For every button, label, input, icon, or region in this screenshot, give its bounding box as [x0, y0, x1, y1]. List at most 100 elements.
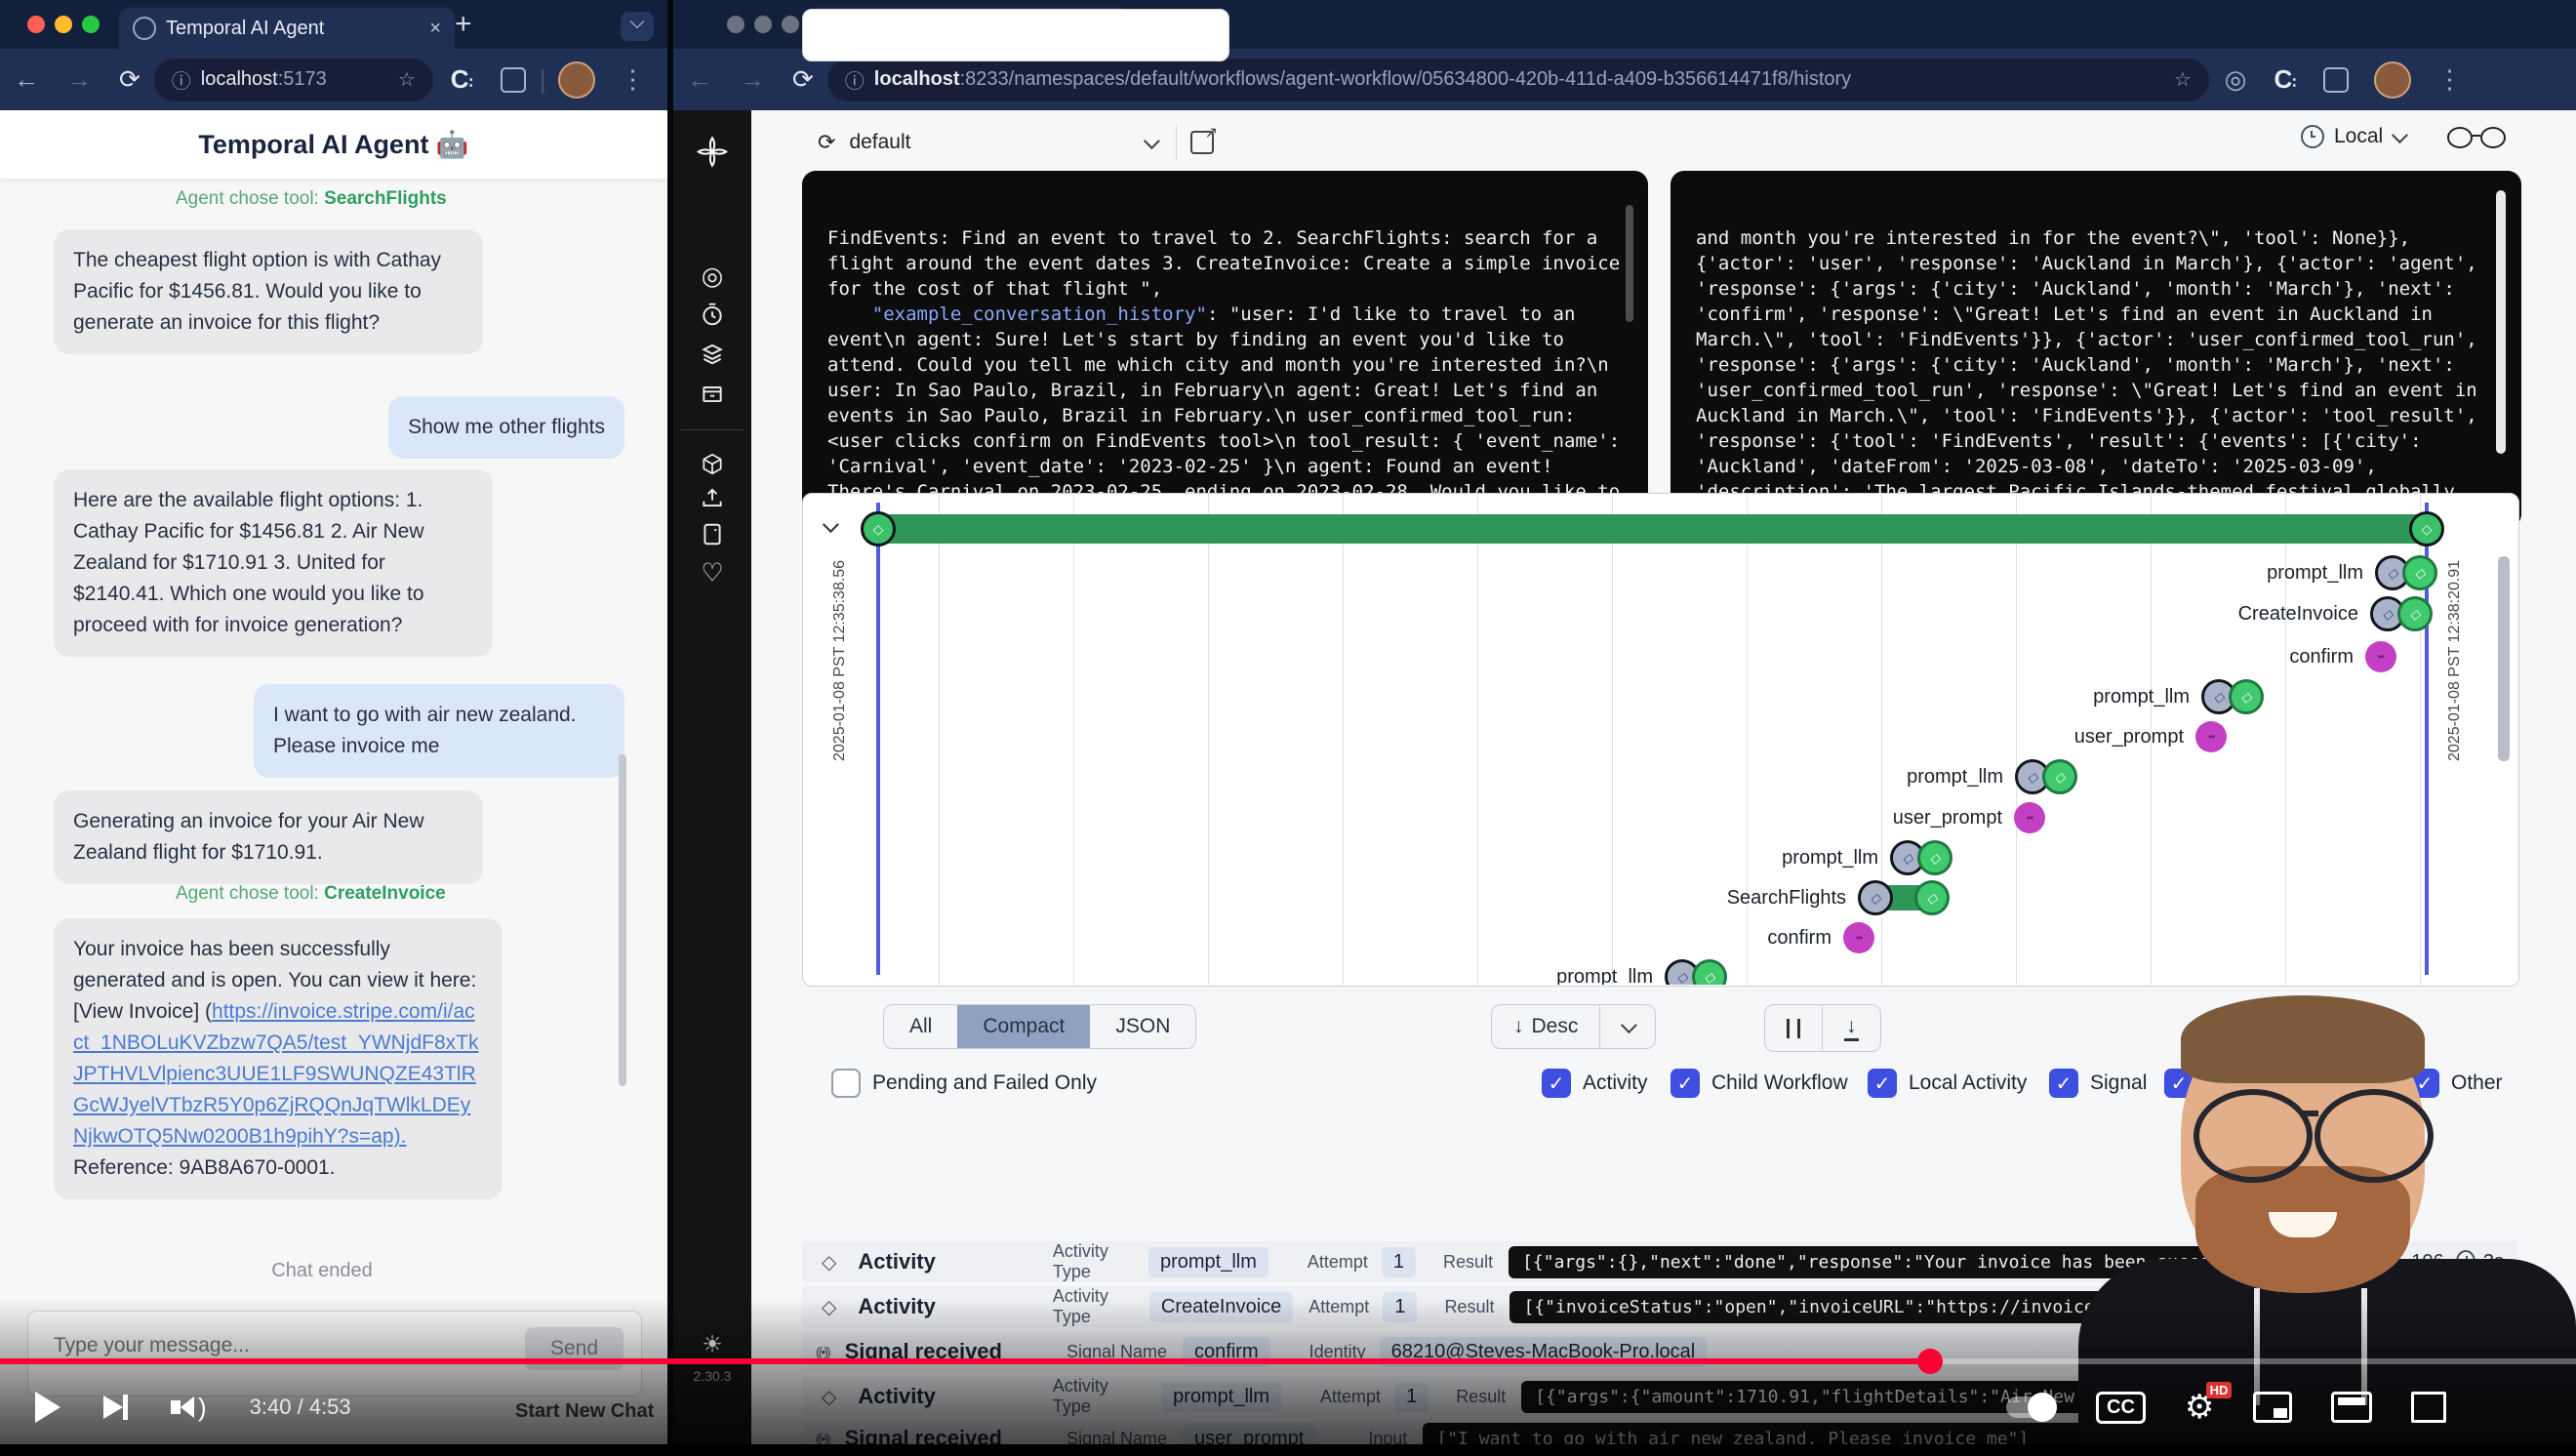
- agent-message: Here are the available flight options: 1…: [54, 469, 493, 657]
- code-panel-scrollbar[interactable]: [1626, 205, 1633, 322]
- download-button[interactable]: ↓: [1822, 1005, 1880, 1051]
- minimize-window-button[interactable]: [754, 16, 772, 33]
- theater-mode-button[interactable]: [2331, 1392, 2372, 1423]
- tab-search-chevron-icon[interactable]: ⌵: [621, 12, 654, 41]
- sort-desc-button[interactable]: ↓Desc: [1492, 1005, 1599, 1048]
- extensions-puzzle-icon[interactable]: [501, 67, 526, 93]
- chat-scrollbar[interactable]: [619, 754, 626, 1086]
- autoplay-toggle[interactable]: [2006, 1396, 2057, 1418]
- namespace-select[interactable]: [802, 9, 1229, 61]
- profile-avatar[interactable]: [558, 61, 595, 99]
- namespaces-cube-icon[interactable]: [700, 452, 725, 482]
- workflow-end-marker[interactable]: ◇: [2409, 511, 2444, 546]
- zoom-window-button[interactable]: [82, 16, 100, 33]
- player-controls-right: CC ⚙HD: [2006, 1380, 2446, 1435]
- next-button[interactable]: [103, 1395, 128, 1420]
- timeline-event[interactable]: prompt_llm◇◇: [1890, 840, 1952, 875]
- progress-scrubber[interactable]: [1917, 1349, 1943, 1374]
- miniplayer-button[interactable]: [2253, 1392, 2292, 1423]
- workflows-icon[interactable]: ◎: [702, 262, 724, 292]
- tool-caption: Agent chose tool: SearchFlights: [176, 188, 447, 210]
- timeline-event[interactable]: user_prompt••: [2014, 802, 2045, 833]
- temporal-logo-icon[interactable]: [696, 136, 729, 174]
- zoom-window-button[interactable]: [782, 16, 799, 33]
- back-icon[interactable]: ←: [687, 64, 712, 95]
- browser-tab[interactable]: Temporal AI Agent ×: [119, 8, 455, 49]
- captions-button[interactable]: CC: [2096, 1392, 2146, 1424]
- bookmark-star-icon[interactable]: ☆: [398, 67, 416, 92]
- agent-message: The cheapest flight option is with Catha…: [54, 229, 483, 354]
- profile-avatar[interactable]: [2374, 61, 2411, 99]
- code-panel-scrollbar[interactable]: [2496, 190, 2506, 454]
- chat-header: Temporal AI Agent 🤖: [0, 110, 667, 179]
- back-icon[interactable]: ←: [14, 64, 39, 95]
- namespace-value[interactable]: default: [849, 131, 910, 154]
- timeline-event[interactable]: confirm••: [1843, 922, 1874, 953]
- progress-played: [0, 1358, 1930, 1364]
- close-tab-icon[interactable]: ×: [429, 18, 441, 40]
- feedback-heart-icon[interactable]: ♡: [701, 558, 723, 588]
- close-window-button[interactable]: [727, 16, 745, 33]
- type-filter-activity[interactable]: ✓Activity: [1542, 1069, 1648, 1098]
- docs-book-icon[interactable]: [700, 522, 725, 552]
- cluster-select[interactable]: Local: [2301, 125, 2404, 148]
- timeline-event[interactable]: SearchFlights◇◇: [1858, 880, 1950, 915]
- pending-failed-checkbox[interactable]: [831, 1069, 861, 1098]
- timeline-event[interactable]: prompt_llm◇◇: [2201, 679, 2264, 714]
- type-filter-child-workflow[interactable]: ✓Child Workflow: [1670, 1069, 1848, 1098]
- timeline-event[interactable]: confirm••: [2365, 641, 2396, 672]
- timeline-event[interactable]: prompt_llm◇◇: [2375, 555, 2437, 590]
- pending-failed-filter[interactable]: Pending and Failed Only: [831, 1069, 1097, 1098]
- user-message: I want to go with air new zealand. Pleas…: [254, 684, 624, 778]
- type-filter-local-activity[interactable]: ✓Local Activity: [1868, 1069, 2027, 1098]
- browser-menu-icon[interactable]: ⋮: [2436, 64, 2462, 95]
- open-external-icon[interactable]: ↗: [1190, 131, 1214, 154]
- bookmark-star-icon[interactable]: ☆: [2174, 67, 2192, 92]
- timeline-event[interactable]: CreateInvoice◇◇: [2370, 596, 2433, 631]
- view-all-tab[interactable]: All: [884, 1005, 957, 1048]
- extension-c-icon[interactable]: C∶: [2274, 64, 2296, 95]
- reload-icon[interactable]: ⟳: [119, 64, 141, 95]
- pause-button[interactable]: [1765, 1005, 1822, 1051]
- settings-gear-icon[interactable]: ⚙HD: [2185, 1388, 2214, 1427]
- workflow-start-marker[interactable]: ◇: [861, 511, 896, 546]
- password-eye-icon[interactable]: ◎: [2225, 64, 2247, 95]
- minimize-window-button[interactable]: [55, 16, 72, 33]
- site-info-icon[interactable]: ⓘ: [172, 65, 191, 94]
- timeline-scrollbar[interactable]: [2498, 556, 2510, 761]
- chevron-down-icon[interactable]: [1144, 133, 1160, 149]
- batch-archive-icon[interactable]: [700, 382, 725, 412]
- close-window-button[interactable]: [27, 16, 45, 33]
- fullscreen-button[interactable]: [2411, 1392, 2446, 1423]
- input-code-panel[interactable]: FindEvents: Find an event to travel to 2…: [802, 171, 1648, 528]
- view-compact-tab[interactable]: Compact: [957, 1005, 1090, 1048]
- chevron-down-icon[interactable]: [1621, 1017, 1637, 1033]
- extensions-puzzle-icon[interactable]: [2323, 67, 2349, 93]
- collapse-chevron-icon[interactable]: [823, 516, 839, 533]
- timeline-canvas: ◇ ◇ 2025-01-08 PST 12:35:38.56 2025-01-0…: [802, 493, 2517, 985]
- address-bar[interactable]: ⓘ localhost:8233/namespaces/default/work…: [827, 59, 2209, 101]
- codec-glasses-icon[interactable]: [2447, 127, 2506, 148]
- forward-icon[interactable]: →: [66, 64, 92, 95]
- timeline-event[interactable]: prompt_llm◇◇: [1665, 959, 1727, 985]
- deployments-layers-icon[interactable]: [700, 342, 725, 372]
- glasses-bridge: [2301, 1111, 2318, 1116]
- workflow-span-bar[interactable]: [878, 514, 2427, 544]
- rail-divider: [681, 429, 744, 430]
- timeline-event[interactable]: user_prompt••: [2195, 721, 2227, 752]
- schedules-icon[interactable]: [700, 303, 725, 333]
- play-button[interactable]: [35, 1392, 60, 1423]
- reload-icon[interactable]: ⟳: [792, 64, 814, 95]
- volume-button[interactable]: ): [171, 1393, 207, 1423]
- result-code-panel[interactable]: and month you're interested in for the e…: [1670, 171, 2521, 528]
- view-json-tab[interactable]: JSON: [1090, 1005, 1195, 1048]
- extension-c-icon[interactable]: C∶: [451, 64, 473, 95]
- new-tab-button[interactable]: +: [455, 8, 472, 41]
- site-info-icon[interactable]: ⓘ: [845, 65, 865, 94]
- import-upload-icon[interactable]: [700, 486, 725, 516]
- timeline-event[interactable]: prompt_llm◇◇: [2015, 759, 2077, 794]
- browser-menu-icon[interactable]: ⋮: [621, 64, 646, 95]
- address-bar[interactable]: ⓘ localhost:5173 ☆: [154, 59, 433, 101]
- glasses-icon: [2314, 1089, 2434, 1183]
- forward-icon[interactable]: →: [740, 64, 765, 95]
